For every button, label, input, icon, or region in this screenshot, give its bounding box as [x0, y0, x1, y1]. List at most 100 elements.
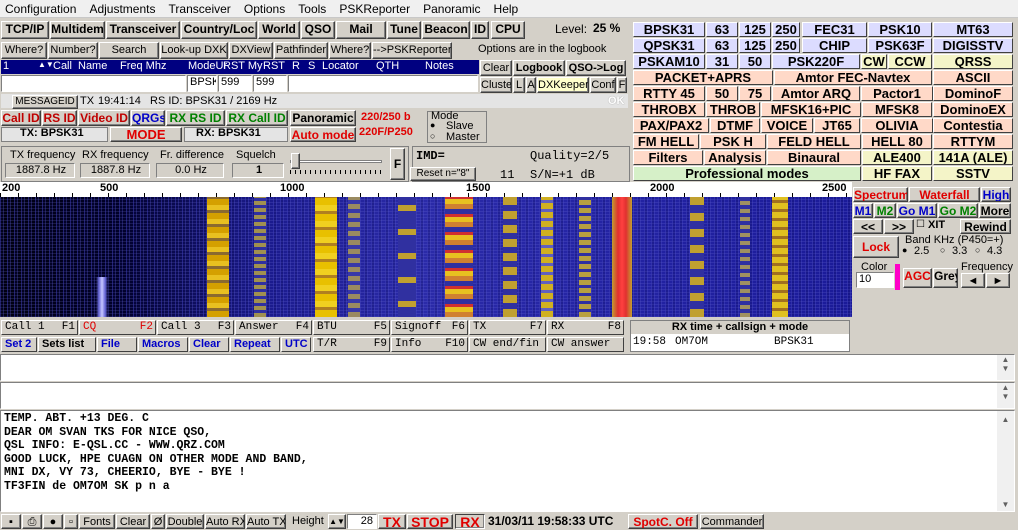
fkey2-info-button[interactable]: Info F10 — [391, 337, 468, 352]
mode-qpsk31-button[interactable]: QPSK31 — [633, 38, 705, 53]
squelch-slider-track[interactable] — [290, 160, 382, 163]
prev-button[interactable]: << — [853, 219, 883, 234]
mode-cw-button[interactable]: CW — [861, 54, 887, 69]
scrollbar-rx[interactable]: ▲ ▼ — [997, 411, 1014, 511]
fkey-btu-button[interactable]: BTU F5 — [313, 320, 390, 335]
mode-mfsk16-pic-button[interactable]: MFSK16+PIC — [761, 102, 861, 117]
height-spinner[interactable]: ▲▼ — [328, 514, 346, 529]
mode-digisstv-button[interactable]: DIGISSTV — [933, 38, 1013, 53]
mode-hell-80-button[interactable]: HELL 80 — [862, 134, 932, 149]
mode-qrss-button[interactable]: QRSS — [933, 54, 1013, 69]
clear-log-button[interactable]: Clear — [480, 60, 512, 76]
f-squelch-button[interactable]: F — [390, 148, 405, 180]
squelch-slider-thumb[interactable] — [291, 153, 300, 169]
tune-button[interactable]: Tune — [387, 21, 421, 39]
tx-button[interactable]: TX — [378, 514, 406, 529]
menu-pskreporter[interactable]: PSKReporter — [334, 0, 415, 16]
fkey2-utc-button[interactable]: UTC — [281, 337, 311, 352]
menu-options[interactable]: Options — [239, 0, 290, 16]
mode-pax-pax2-button[interactable]: PAX/PAX2 — [633, 118, 709, 133]
fkey2-set-2-button[interactable]: Set 2 — [1, 337, 37, 352]
mode-250-button[interactable]: 250 — [772, 22, 800, 37]
fkey-tx-button[interactable]: TX F7 — [469, 320, 546, 335]
mode-fm-hell-button[interactable]: FM HELL — [633, 134, 699, 149]
id-button[interactable]: ID — [471, 21, 489, 39]
menu-configuration[interactable]: Configuration — [0, 0, 81, 16]
mode-binaural-button[interactable]: Binaural — [767, 150, 861, 165]
menu-help[interactable]: Help — [489, 0, 524, 16]
mode-button[interactable]: MODE — [110, 127, 182, 142]
spectrum-button[interactable]: Spectrum — [853, 187, 908, 202]
mode-olivia-button[interactable]: OLIVIA — [861, 118, 933, 133]
rx-rs-id-button[interactable]: RX RS ID — [166, 110, 225, 126]
fkey2-file-button[interactable]: File — [97, 337, 137, 352]
mode-psk220f-button[interactable]: PSK220F — [772, 54, 860, 69]
call-name-freq-field[interactable] — [1, 75, 186, 92]
country-loc-button[interactable]: Country/Loc — [181, 21, 257, 39]
mode-50-button[interactable]: 50 — [706, 86, 738, 101]
stop-button[interactable]: STOP — [407, 514, 453, 529]
menu-transceiver[interactable]: Transceiver — [164, 0, 236, 16]
mode-125-button[interactable]: 125 — [739, 38, 771, 53]
fkey-signoff-button[interactable]: Signoff F6 — [391, 320, 468, 335]
fkey2-cw-end-fin-button[interactable]: CW end/fin — [469, 337, 546, 352]
mode-mfsk8-button[interactable]: MFSK8 — [862, 102, 932, 117]
mode-hf-fax-button[interactable]: HF FAX — [862, 166, 932, 181]
fonts-button[interactable]: Fonts — [79, 514, 115, 529]
mode-mt63-button[interactable]: MT63 — [933, 22, 1013, 37]
rst-my-field[interactable]: 599 — [253, 75, 287, 92]
scrollbar-1[interactable]: ▲ ▼ — [997, 355, 1014, 380]
logbook-button[interactable]: Logbook — [513, 60, 565, 76]
mode-250-button[interactable]: 250 — [772, 38, 800, 53]
mode-feld-hell-button[interactable]: FELD HELL — [767, 134, 861, 149]
mode-voice-button[interactable]: VOICE — [761, 118, 813, 133]
panoramic-button[interactable]: Panoramic — [290, 110, 356, 126]
height-value[interactable]: 28 — [347, 514, 377, 529]
mode-contestia-button[interactable]: Contestia — [933, 118, 1013, 133]
qso-button[interactable]: QSO — [301, 21, 335, 39]
fkey-cq-button[interactable]: CQ F2 — [79, 320, 156, 335]
fkey-call-1-button[interactable]: Call 1 F1 — [1, 320, 78, 335]
grey-button[interactable]: Grey — [933, 268, 958, 288]
slave-radio[interactable]: ● — [430, 120, 435, 130]
extra-icon[interactable]: ▫ — [64, 514, 78, 529]
tx-input-2[interactable] — [0, 382, 1015, 409]
mode-filters-button[interactable]: Filters — [633, 150, 703, 165]
mode-psk63f-button[interactable]: PSK63F — [868, 38, 932, 53]
freq-right-button[interactable]: ► — [986, 273, 1010, 288]
call-id-button[interactable]: Call ID — [1, 110, 41, 126]
a-button[interactable]: A — [526, 77, 536, 93]
zero-button[interactable]: Ø — [151, 514, 165, 529]
go-m1-button[interactable]: Go M1 — [897, 203, 937, 218]
waterfall-display[interactable] — [0, 197, 852, 317]
waterfall-button[interactable]: Waterfall — [909, 187, 980, 202]
mode-chip-button[interactable]: CHIP — [802, 38, 867, 53]
mode-analysis-button[interactable]: Analysis — [704, 150, 766, 165]
band-radio-2[interactable]: ○ — [940, 245, 945, 255]
fkey-call-3-button[interactable]: Call 3 F3 — [157, 320, 234, 335]
band-radio-3[interactable]: ○ — [975, 245, 980, 255]
mode-dominof-button[interactable]: DominoF — [933, 86, 1013, 101]
locator-qth-notes-field[interactable] — [288, 75, 478, 92]
cluster-button[interactable]: Cluster — [480, 77, 512, 93]
tx-input-1[interactable] — [0, 354, 1015, 381]
where-button[interactable]: Where? — [1, 42, 47, 59]
l-button[interactable]: L — [513, 77, 525, 93]
mode-throb-button[interactable]: THROB — [706, 102, 760, 117]
menu-adjustments[interactable]: Adjustments — [84, 0, 160, 16]
fkey2-t-r-button[interactable]: T/R F9 — [313, 337, 390, 352]
mode-psk10-button[interactable]: PSK10 — [868, 22, 932, 37]
more-button[interactable]: More — [979, 203, 1011, 218]
fkey-rx-button[interactable]: RX F8 — [547, 320, 624, 335]
video-id-button[interactable]: Video ID — [78, 110, 130, 126]
number-button[interactable]: Number? — [48, 42, 98, 59]
pskreporter-button[interactable]: -->PSKReporter — [372, 42, 452, 59]
spotc-button[interactable]: SpotC. Off — [628, 514, 698, 529]
clear-text-button[interactable]: Clear — [116, 514, 150, 529]
mode-ccw-button[interactable]: CCW — [888, 54, 932, 69]
mode-rtty-45-button[interactable]: RTTY 45 — [633, 86, 705, 101]
rx-button[interactable]: RX — [455, 514, 485, 529]
search-button[interactable]: Search — [99, 42, 159, 59]
printer-icon[interactable]: ⎙ — [22, 514, 42, 529]
mail-button[interactable]: Mail — [336, 21, 386, 39]
